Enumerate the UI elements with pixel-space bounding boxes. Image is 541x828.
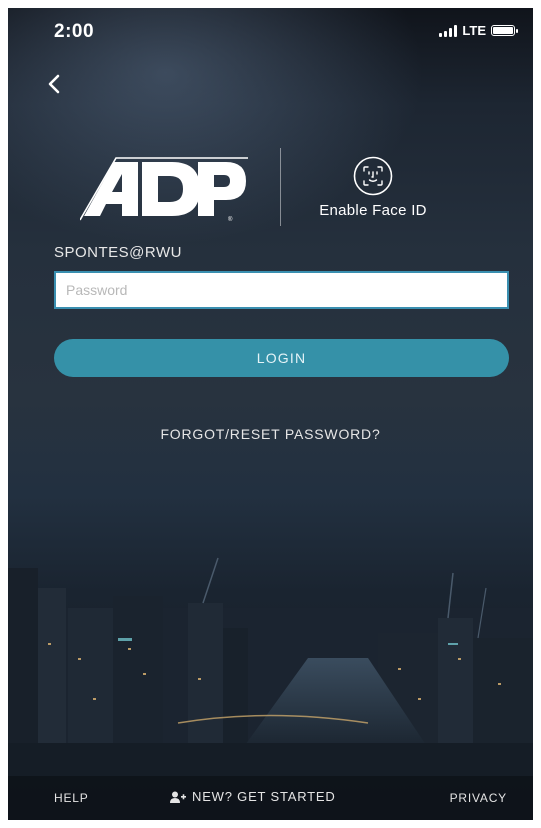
add-user-icon bbox=[170, 791, 186, 803]
privacy-link[interactable]: PRIVACY bbox=[450, 791, 507, 805]
network-type: LTE bbox=[462, 23, 486, 38]
adp-logo-icon: ® bbox=[80, 157, 248, 223]
battery-icon bbox=[491, 25, 518, 36]
phone-screen: 2:00 LTE ® Enable Face ID SPONTES@RWU LO… bbox=[8, 8, 533, 820]
footer-bar: HELP NEW? GET STARTED PRIVACY bbox=[8, 776, 533, 820]
help-link[interactable]: HELP bbox=[54, 791, 89, 805]
back-chevron-icon[interactable] bbox=[42, 70, 66, 98]
status-indicators: LTE bbox=[439, 23, 518, 38]
get-started-link[interactable]: NEW? GET STARTED bbox=[170, 789, 336, 804]
login-button[interactable]: LOGIN bbox=[54, 339, 509, 377]
status-time: 2:00 bbox=[54, 21, 95, 42]
get-started-label: NEW? GET STARTED bbox=[192, 789, 336, 804]
svg-text:®: ® bbox=[228, 216, 233, 223]
face-id-icon[interactable] bbox=[353, 156, 393, 196]
username-label: SPONTES@RWU bbox=[54, 244, 182, 261]
password-input[interactable] bbox=[54, 271, 509, 309]
face-id-toggle[interactable]: Enable Face ID bbox=[308, 156, 468, 226]
signal-icon bbox=[439, 24, 458, 37]
status-bar: 2:00 LTE bbox=[8, 8, 533, 48]
city-skyline-image bbox=[8, 557, 533, 778]
forgot-password-link[interactable]: FORGOT/RESET PASSWORD? bbox=[8, 426, 533, 442]
face-id-label[interactable]: Enable Face ID bbox=[308, 202, 438, 219]
logo-divider bbox=[280, 148, 281, 226]
